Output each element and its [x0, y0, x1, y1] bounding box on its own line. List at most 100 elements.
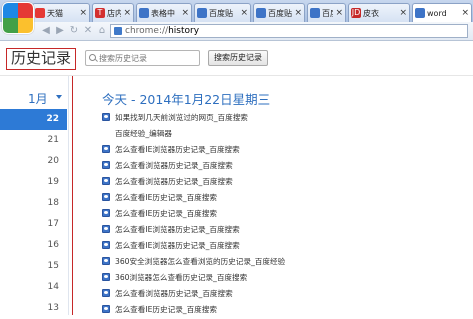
tab-label: word: [427, 8, 447, 18]
baidu-paw-icon: [102, 305, 110, 313]
address-bar[interactable]: chrome:// history: [110, 24, 468, 38]
tab-label: 百度贴: [209, 8, 233, 18]
day-item-20[interactable]: 20: [0, 151, 67, 172]
search-icon: [89, 54, 96, 61]
baidu-paw-icon: [102, 161, 110, 169]
tab-4[interactable]: 百度贴 ×: [194, 3, 251, 22]
history-entry[interactable]: 怎么查看IE历史记录_百度搜索: [102, 189, 462, 205]
history-entry[interactable]: 怎么查看浏览器历史记录_百度搜索: [102, 285, 462, 301]
history-entry[interactable]: 如果找到几天前浏览过的网页_百度搜索: [102, 109, 462, 125]
baidu-paw-icon: [256, 8, 266, 18]
baidu-paw-icon: [102, 289, 110, 297]
sidebar-border: [68, 76, 69, 315]
baidu-paw-icon: [102, 113, 110, 121]
baidu-paw-icon: [102, 177, 110, 185]
url-scheme: chrome://: [125, 26, 169, 36]
close-icon[interactable]: ×: [123, 8, 131, 18]
tab-label: 百度贴: [268, 8, 292, 18]
home-icon[interactable]: ⌂: [96, 25, 108, 37]
history-entry[interactable]: 360安全浏览器怎么查看浏览的历史记录_百度经验: [102, 253, 462, 269]
browser-logo-icon[interactable]: [2, 2, 34, 34]
tab-8[interactable]: word ×: [412, 3, 472, 22]
back-arrow-icon[interactable]: ◀: [40, 25, 52, 37]
baidu-paw-icon: [102, 273, 110, 281]
history-entry-title[interactable]: 怎么查看浏览器历史记录_百度搜索: [115, 176, 233, 187]
search-history-button[interactable]: 搜索历史记录: [208, 50, 268, 66]
jd-icon: JD: [351, 8, 361, 18]
close-icon[interactable]: ×: [399, 8, 407, 18]
month-selector[interactable]: 1月: [28, 90, 48, 107]
history-entry[interactable]: 怎么查看IE浏览器历史记录_百度搜索: [102, 221, 462, 237]
tab-label: 天猫: [47, 8, 63, 18]
history-entry[interactable]: 百度经验_编辑器: [102, 125, 462, 141]
history-entry-title[interactable]: 怎么查看IE浏览器历史记录_百度搜索: [115, 240, 240, 251]
navigation-toolbar: ◀ ▶ ↻ ✕ ⌂ chrome:// history: [0, 22, 473, 41]
reload-icon[interactable]: ↻: [68, 25, 80, 37]
tab-7[interactable]: JD 皮衣 ×: [348, 3, 410, 22]
date-heading: 今天 - 2014年1月22日星期三: [102, 92, 271, 107]
history-entry-title[interactable]: 360浏览器怎么查看历史记录_百度搜索: [115, 272, 247, 283]
history-entry-title[interactable]: 怎么查看IE历史记录_百度搜索: [115, 208, 217, 219]
close-icon[interactable]: ×: [240, 8, 248, 18]
url-path: history: [168, 26, 200, 36]
close-icon[interactable]: ×: [79, 8, 87, 18]
page-icon: [114, 27, 122, 35]
tab-3[interactable]: 表格中 ×: [136, 3, 192, 22]
baidu-paw-icon: [139, 8, 149, 18]
day-item-13[interactable]: 13: [0, 298, 67, 319]
history-entry-title[interactable]: 怎么查看IE浏览器历史记录_百度搜索: [115, 144, 240, 155]
history-entry-title[interactable]: 百度经验_编辑器: [115, 128, 172, 139]
day-item-16[interactable]: 16: [0, 235, 67, 256]
sidebar-divider: [72, 76, 73, 315]
close-icon[interactable]: ×: [461, 8, 469, 18]
day-item-21[interactable]: 21: [0, 130, 67, 151]
close-icon[interactable]: ×: [335, 8, 343, 18]
history-entry-list: 如果找到几天前浏览过的网页_百度搜索 百度经验_编辑器怎么查看IE浏览器历史记录_…: [102, 109, 462, 317]
close-icon[interactable]: ×: [294, 8, 302, 18]
baidu-paw-icon: [102, 225, 110, 233]
forward-arrow-icon[interactable]: ▶: [54, 25, 66, 37]
search-input[interactable]: [85, 50, 200, 66]
close-icon[interactable]: ×: [181, 8, 189, 18]
history-entry[interactable]: 360浏览器怎么查看历史记录_百度搜索: [102, 269, 462, 285]
day-item-22[interactable]: 22: [0, 109, 67, 130]
history-entry[interactable]: 怎么查看IE浏览器历史记录_百度搜索: [102, 141, 462, 157]
tab-6[interactable]: 百度贴×: [307, 3, 346, 22]
baidu-paw-icon: [102, 193, 110, 201]
history-entry-title[interactable]: 怎么查看浏览器历史记录_百度搜索: [115, 288, 233, 299]
history-entry-title[interactable]: 怎么查看IE浏览器历史记录_百度搜索: [115, 224, 240, 235]
tab-2[interactable]: T店内所×: [92, 3, 134, 22]
tab-1[interactable]: 天猫 ×: [32, 3, 90, 22]
history-entry-title[interactable]: 怎么查看浏览器历史记录_百度搜索: [115, 160, 233, 171]
day-item-14[interactable]: 14: [0, 277, 67, 298]
tab-label: 表格中: [151, 8, 175, 18]
history-entry[interactable]: 怎么查看浏览器历史记录_百度搜索: [102, 157, 462, 173]
history-entry[interactable]: 怎么查看IE浏览器历史记录_百度搜索: [102, 237, 462, 253]
baidu-paw-icon: [310, 8, 320, 18]
history-entry[interactable]: 怎么查看IE历史记录_百度搜索: [102, 205, 462, 221]
history-entry-title[interactable]: 怎么查看IE历史记录_百度搜索: [115, 304, 217, 315]
day-sidebar: 1月 22 21 20 19 18 17 16 15 14 13: [0, 76, 67, 315]
day-item-19[interactable]: 19: [0, 172, 67, 193]
history-entry-title[interactable]: 360安全浏览器怎么查看浏览的历史记录_百度经验: [115, 256, 285, 267]
day-item-15[interactable]: 15: [0, 256, 67, 277]
history-entry-title[interactable]: 如果找到几天前浏览过的网页_百度搜索: [115, 112, 248, 123]
chevron-down-icon[interactable]: [56, 95, 62, 99]
tab-label: 百度贴: [322, 8, 333, 18]
tab-label: 皮衣: [363, 8, 379, 18]
header-divider: [0, 75, 473, 76]
t-icon: T: [95, 8, 105, 18]
baidu-paw-icon: [102, 257, 110, 265]
baidu-paw-icon: [102, 209, 110, 217]
page-title: 历史记录: [6, 48, 76, 70]
history-entry[interactable]: 怎么查看浏览器历史记录_百度搜索: [102, 173, 462, 189]
day-item-17[interactable]: 17: [0, 214, 67, 235]
stop-icon[interactable]: ✕: [82, 25, 94, 37]
baidu-paw-icon: [102, 241, 110, 249]
baidu-paw-icon: [415, 8, 425, 18]
day-list: 22 21 20 19 18 17 16 15 14 13: [0, 109, 67, 319]
baidu-paw-icon: [197, 8, 207, 18]
tab-5[interactable]: 百度贴 ×: [253, 3, 305, 22]
history-entry-title[interactable]: 怎么查看IE历史记录_百度搜索: [115, 192, 217, 203]
day-item-18[interactable]: 18: [0, 193, 67, 214]
